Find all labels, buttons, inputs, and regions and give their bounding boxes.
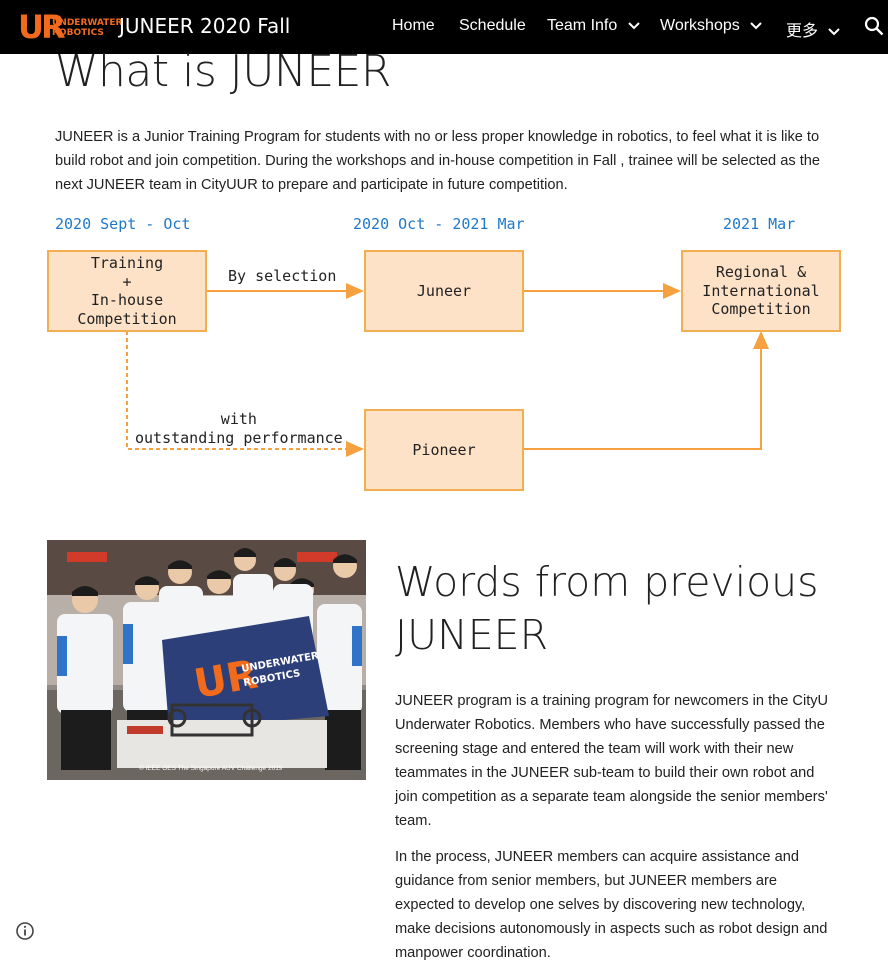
period-label-3: 2021 Mar (723, 215, 796, 233)
testimonial-paragraph-2: In the process, JUNEER members can acqui… (395, 849, 828, 961)
nav-workshops[interactable]: Workshops (660, 17, 762, 35)
photo-caption: © IEEE OES The Singapore AUV Challenge 2… (139, 765, 283, 772)
team-photo-illustration: UR UNDERWATER ROBOTICS (47, 540, 366, 780)
site-logo[interactable]: UR UNDERWATER ROBOTICS (18, 8, 122, 46)
arrow-pioneer-to-regional (523, 331, 769, 450)
testimonial-paragraph-1: JUNEER program is a training program for… (395, 693, 829, 829)
chevron-down-icon (828, 28, 841, 36)
box-regional-international: Regional & International Competition (681, 250, 841, 332)
chevron-down-icon (628, 22, 640, 30)
team-photo: UR UNDERWATER ROBOTICS © IEEE OES The Si… (47, 540, 366, 780)
juneer-flow-diagram: 2020 Sept - Oct 2020 Oct - 2021 Mar 2021… (0, 205, 888, 505)
testimonial-text: JUNEER program is a training program for… (395, 689, 840, 977)
nav-schedule[interactable]: Schedule (459, 17, 526, 35)
edge-label-by-selection: By selection (228, 267, 337, 285)
nav-more[interactable]: 更多 (786, 17, 841, 41)
box-training: Training + In-house Competition (47, 250, 207, 332)
period-label-1: 2020 Sept - Oct (55, 215, 191, 233)
info-icon[interactable] (15, 921, 35, 941)
period-label-2: 2020 Oct - 2021 Mar (353, 215, 525, 233)
chevron-down-icon (750, 22, 762, 30)
edge-label-outstanding-performance: with outstanding performance (135, 410, 343, 447)
box-juneer: Juneer (364, 250, 524, 332)
site-title[interactable]: JUNEER 2020 Fall (119, 14, 290, 38)
search-icon[interactable] (864, 16, 884, 36)
nav-home[interactable]: Home (392, 17, 435, 35)
nav-team-info[interactable]: Team Info (547, 17, 640, 35)
logo-text: UNDERWATER ROBOTICS (52, 18, 123, 38)
section-title-words-from-previous-juneer: Words from previous JUNEER (395, 558, 819, 659)
intro-paragraph: JUNEER is a Junior Training Program for … (55, 129, 820, 193)
box-pioneer: Pioneer (364, 409, 524, 491)
section-title-what-is-juneer: What is JUNEER (55, 46, 392, 97)
